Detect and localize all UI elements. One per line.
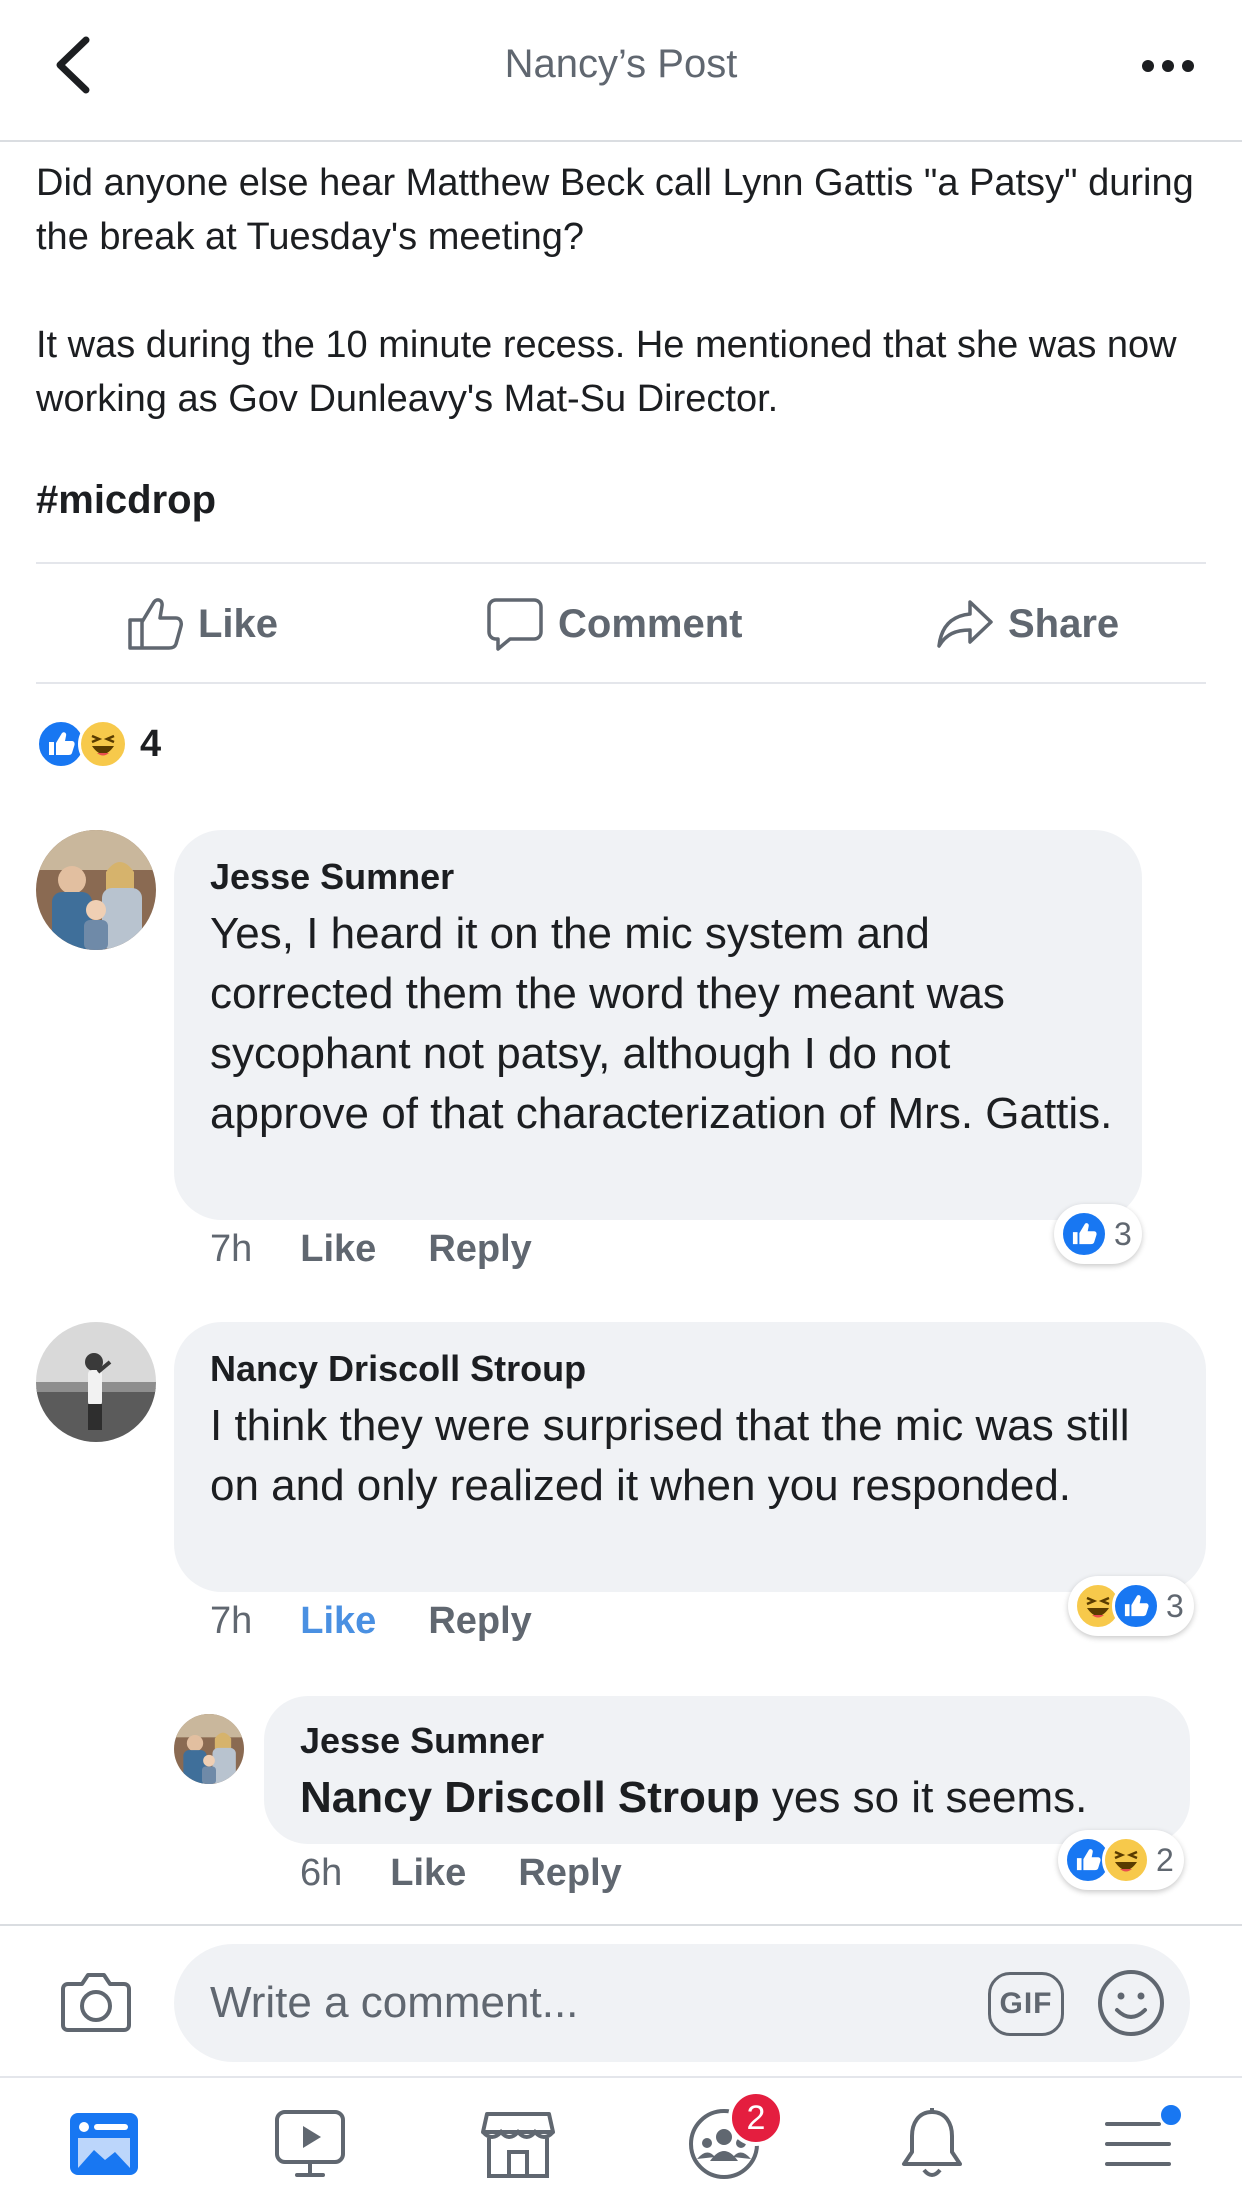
- comment-icon: [487, 598, 543, 651]
- reaction-count: 3: [1166, 1587, 1184, 1624]
- reaction-count: 4: [140, 722, 162, 765]
- comment-text: Yes, I heard it on the mic system and co…: [210, 909, 1113, 1138]
- comment-text: I think they were surprised that the mic…: [210, 1401, 1130, 1510]
- post-paragraph: It was during the 10 minute recess. He m…: [36, 324, 1177, 420]
- reply-reply-button[interactable]: Reply: [518, 1852, 621, 1895]
- reply-mention[interactable]: Nancy Driscoll Stroup: [300, 1773, 760, 1822]
- reply-author[interactable]: Jesse Sumner: [300, 1720, 544, 1762]
- comment-reply-button[interactable]: Reply: [428, 1600, 531, 1643]
- like-reaction-icon: [1060, 1210, 1108, 1258]
- post-paragraph: Did anyone else hear Matthew Beck call L…: [36, 162, 1194, 258]
- share-icon: [937, 600, 993, 648]
- gif-button[interactable]: GIF: [988, 1972, 1064, 2036]
- divider: [36, 682, 1206, 684]
- share-button[interactable]: Share: [936, 566, 1119, 682]
- comment-reactions[interactable]: 3: [1054, 1204, 1142, 1264]
- comment-button[interactable]: Comment: [486, 566, 742, 682]
- like-button[interactable]: Like: [126, 566, 278, 682]
- comment-input[interactable]: [210, 1944, 970, 2062]
- page-title: Nancy’s Post: [504, 42, 738, 86]
- avatar[interactable]: [174, 1714, 244, 1784]
- post-body: Did anyone else hear Matthew Beck call L…: [36, 156, 1206, 426]
- comment-time: 7h: [210, 1228, 253, 1270]
- comment-time: 7h: [210, 1600, 253, 1642]
- header-bar: Nancy’s Post: [0, 0, 1242, 142]
- menu-notification-dot: [1158, 2102, 1184, 2128]
- camera-icon[interactable]: [60, 1970, 132, 2034]
- reaction-count: 2: [1156, 1841, 1174, 1878]
- reply-time: 6h: [300, 1852, 343, 1894]
- tab-news-feed[interactable]: [56, 2104, 152, 2184]
- reaction-summary[interactable]: 4: [36, 718, 161, 770]
- divider: [36, 562, 1206, 564]
- post-actions: Like Comment Share: [36, 566, 1206, 682]
- marketplace-icon: [481, 2112, 555, 2178]
- tab-groups[interactable]: 2: [676, 2090, 784, 2184]
- emoji-icon[interactable]: [1096, 1968, 1166, 2038]
- comment-like-button[interactable]: Like: [300, 1600, 376, 1643]
- haha-reaction-icon: [78, 719, 128, 769]
- reply-meta: 6h Like Reply: [300, 1852, 622, 1895]
- comment-meta: 7h Like Reply: [210, 1228, 532, 1271]
- news-feed-icon: [70, 2113, 138, 2175]
- comment-author[interactable]: Nancy Driscoll Stroup: [210, 1348, 586, 1390]
- comment-reactions[interactable]: 3: [1068, 1576, 1194, 1636]
- reply-like-button[interactable]: Like: [390, 1852, 466, 1895]
- comment-input-wrapper: GIF: [174, 1944, 1190, 2062]
- comment-label: Comment: [558, 601, 743, 646]
- bottom-tab-bar: 2: [0, 2076, 1242, 2208]
- hashtag-link[interactable]: #micdrop: [36, 478, 216, 523]
- like-label: Like: [198, 601, 279, 646]
- comment-composer: GIF: [0, 1924, 1242, 2076]
- tab-watch[interactable]: [262, 2104, 358, 2184]
- comment-author[interactable]: Jesse Sumner: [210, 856, 454, 898]
- groups-badge: 2: [728, 2090, 784, 2146]
- more-horizontal-icon[interactable]: [1138, 48, 1198, 84]
- share-label: Share: [1008, 601, 1120, 646]
- reaction-count: 3: [1114, 1215, 1132, 1252]
- tab-notifications[interactable]: [884, 2104, 980, 2184]
- reply-reactions[interactable]: 2: [1058, 1830, 1184, 1890]
- reply-body: yes so it seems.: [759, 1773, 1088, 1822]
- tab-marketplace[interactable]: [470, 2104, 566, 2184]
- comment-meta: 7h Like Reply: [210, 1600, 532, 1643]
- watch-icon: [275, 2110, 345, 2177]
- comment-reply-button[interactable]: Reply: [428, 1228, 531, 1271]
- thumbs-up-icon: [128, 598, 183, 650]
- reply-text: Nancy Driscoll Stroup yes so it seems.: [300, 1768, 1180, 1828]
- comment-like-button[interactable]: Like: [300, 1228, 376, 1271]
- like-reaction-icon: [1112, 1582, 1160, 1630]
- tab-menu[interactable]: [1090, 2102, 1186, 2184]
- avatar[interactable]: [36, 830, 156, 950]
- haha-reaction-icon: [1102, 1836, 1150, 1884]
- notifications-icon: [902, 2108, 962, 2177]
- avatar[interactable]: [36, 1322, 156, 1442]
